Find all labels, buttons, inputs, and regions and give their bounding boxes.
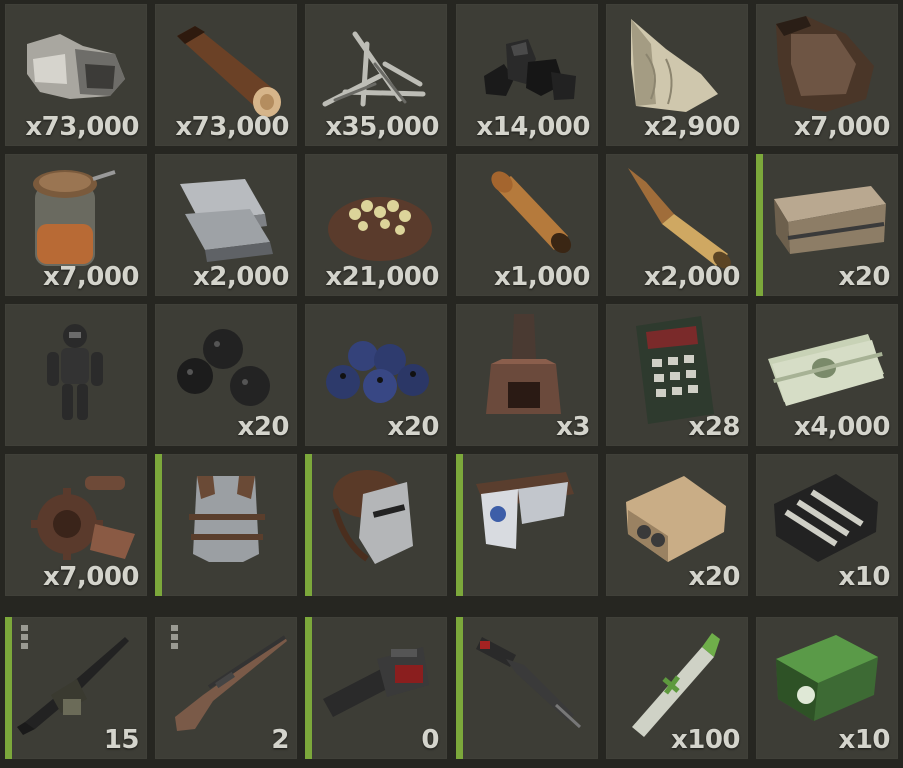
inventory-slot[interactable]: x10 bbox=[756, 454, 898, 596]
metal-chestplate-icon bbox=[189, 476, 265, 562]
inventory-slot[interactable]: x7,000 bbox=[5, 454, 147, 596]
inventory-slot[interactable] bbox=[456, 454, 598, 596]
inventory-slot[interactable] bbox=[456, 617, 598, 759]
inventory-slot[interactable]: x2,000 bbox=[606, 154, 748, 296]
item-quantity: x7,000 bbox=[793, 112, 891, 142]
inventory-grid: x73,000 x73,000 x35,000 x14,000 x2,900 x… bbox=[0, 0, 903, 768]
inventory-slot[interactable] bbox=[5, 304, 147, 446]
inventory-slot[interactable] bbox=[155, 454, 297, 596]
inventory-slot[interactable]: x21,000 bbox=[305, 154, 447, 296]
item-quantity: x7,000 bbox=[42, 562, 140, 592]
item-quantity: x1,000 bbox=[493, 262, 591, 292]
item-quantity: x20 bbox=[387, 412, 440, 442]
inventory-slot[interactable]: 0 bbox=[305, 617, 447, 759]
metal-facemask-icon bbox=[332, 470, 413, 564]
inventory-slot[interactable]: x3 bbox=[456, 304, 598, 446]
item-quantity: x14,000 bbox=[476, 112, 590, 142]
inventory-slot[interactable]: x20 bbox=[305, 304, 447, 446]
inventory-slot[interactable]: x20 bbox=[606, 454, 748, 596]
item-quantity: x35,000 bbox=[325, 112, 439, 142]
item-quantity: 15 bbox=[103, 725, 140, 755]
hazmat-suit-icon bbox=[47, 324, 103, 420]
inventory-slot[interactable]: x4,000 bbox=[756, 304, 898, 446]
inventory-slot[interactable]: x2,000 bbox=[155, 154, 297, 296]
inventory-slot[interactable]: x35,000 bbox=[305, 4, 447, 146]
inventory-slot[interactable]: x20 bbox=[155, 304, 297, 446]
inventory-slot[interactable]: x10 bbox=[756, 617, 898, 759]
inventory-slot[interactable]: x7,000 bbox=[756, 4, 898, 146]
roadsign-kilt-icon bbox=[476, 472, 574, 549]
inventory-slot[interactable]: x100 bbox=[606, 617, 748, 759]
item-quantity: x4,000 bbox=[793, 412, 891, 442]
item-quantity: x20 bbox=[237, 412, 290, 442]
item-quantity: x73,000 bbox=[175, 112, 289, 142]
item-quantity: x20 bbox=[688, 562, 741, 592]
jackhammer-icon bbox=[476, 637, 582, 729]
item-quantity: x28 bbox=[688, 412, 741, 442]
inventory-slot[interactable]: x2,900 bbox=[606, 4, 748, 146]
inventory-slot[interactable]: x28 bbox=[606, 304, 748, 446]
item-quantity: x2,900 bbox=[643, 112, 741, 142]
inventory-slot[interactable]: 2 bbox=[155, 617, 297, 759]
inventory-slot[interactable]: x20 bbox=[756, 154, 898, 296]
inventory-slot[interactable] bbox=[305, 454, 447, 596]
item-quantity: x7,000 bbox=[42, 262, 140, 292]
item-quantity: x21,000 bbox=[325, 262, 439, 292]
item-quantity: x100 bbox=[670, 725, 741, 755]
item-quantity: x20 bbox=[838, 262, 891, 292]
item-quantity: 0 bbox=[421, 725, 439, 755]
item-quantity: x10 bbox=[838, 562, 891, 592]
item-quantity: x2,000 bbox=[643, 262, 741, 292]
item-quantity: x73,000 bbox=[25, 112, 139, 142]
inventory-slot[interactable]: x14,000 bbox=[456, 4, 598, 146]
item-quantity: x2,000 bbox=[192, 262, 290, 292]
item-quantity: 2 bbox=[271, 725, 289, 755]
inventory-slot[interactable]: x1,000 bbox=[456, 154, 598, 296]
inventory-slot[interactable]: x7,000 bbox=[5, 154, 147, 296]
item-quantity: x10 bbox=[838, 725, 891, 755]
item-quantity: x3 bbox=[556, 412, 590, 442]
inventory-slot[interactable]: x73,000 bbox=[155, 4, 297, 146]
inventory-slot[interactable]: 15 bbox=[5, 617, 147, 759]
inventory-slot[interactable]: x73,000 bbox=[5, 4, 147, 146]
